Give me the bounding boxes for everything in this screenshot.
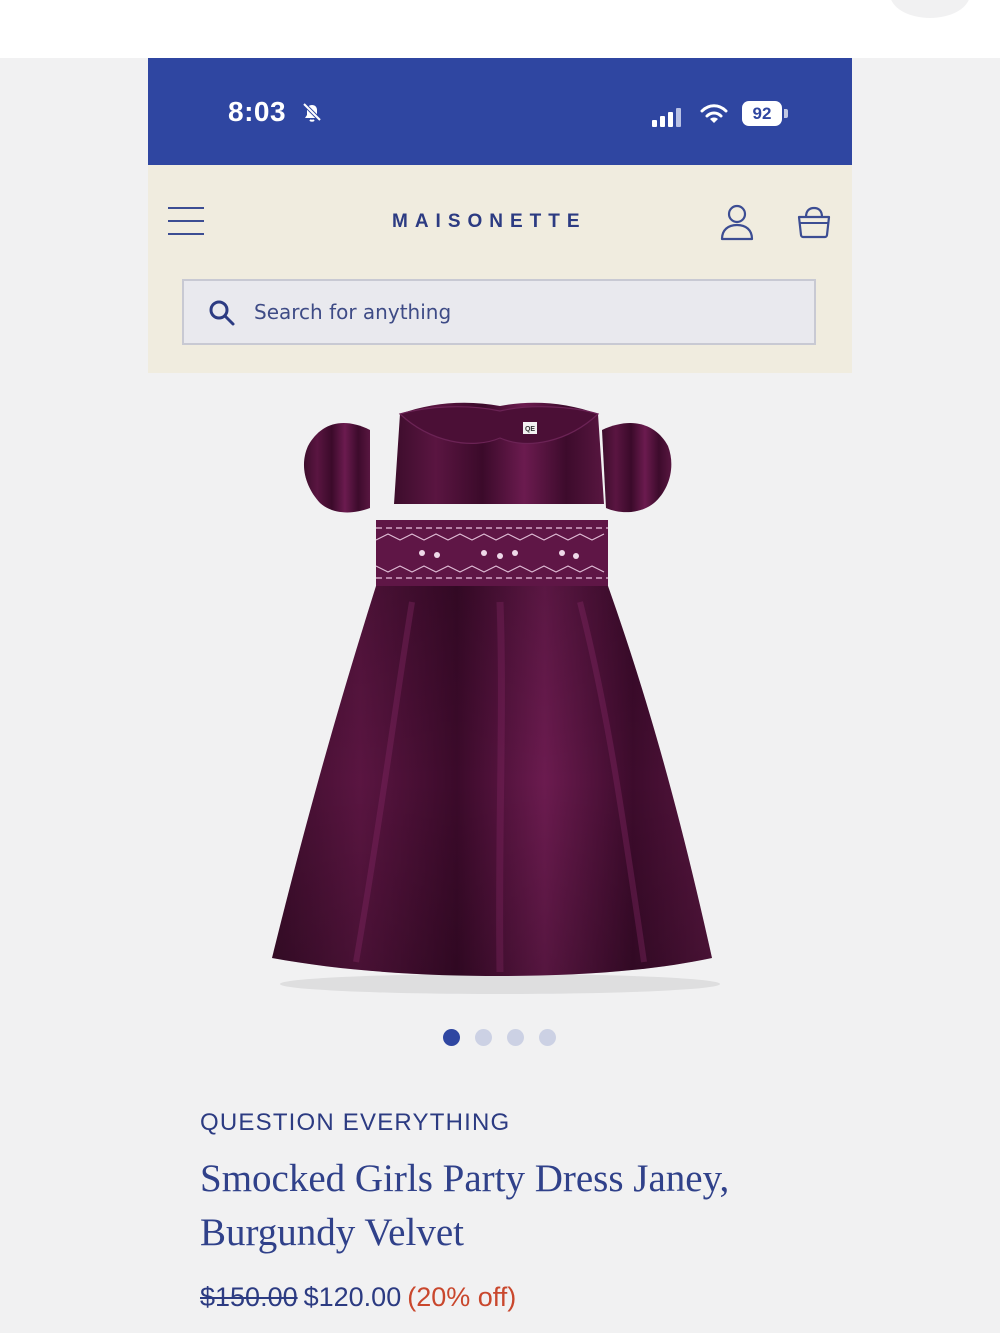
site-header: MAISONETTE (148, 165, 852, 373)
brand-logo[interactable]: MAISONETTE (392, 211, 587, 233)
battery-icon: 92 (742, 101, 788, 126)
carousel-dot-3[interactable] (507, 1029, 524, 1046)
battery-level: 92 (742, 101, 782, 126)
image-carousel-dots (443, 1029, 563, 1047)
product-title: Smocked Girls Party Dress Janey, Burgund… (200, 1157, 730, 1254)
search-bar[interactable] (182, 279, 816, 345)
status-time: 8:03 (228, 96, 287, 127)
cropped-text-fragment (470, 0, 670, 6)
carousel-dot-2[interactable] (475, 1029, 492, 1046)
svg-text:QE: QE (525, 426, 535, 433)
account-icon[interactable] (718, 203, 756, 241)
bell-slash-icon (302, 102, 322, 122)
sale-price: $120.00 (303, 1282, 402, 1312)
product-brand[interactable]: QUESTION EVERYTHING (200, 1109, 510, 1137)
discount-label: (20% off) (407, 1282, 517, 1312)
menu-icon[interactable] (168, 207, 204, 237)
wifi-icon (700, 104, 728, 123)
product-price: $150.00 $120.00 (20% off) (200, 1282, 516, 1313)
bag-icon[interactable] (796, 205, 832, 239)
cropped-top-area (0, 0, 1000, 58)
original-price: $150.00 (200, 1282, 298, 1312)
phone-status-bar: 8:03 92 (148, 58, 852, 165)
signal-icon (652, 108, 681, 127)
search-icon (209, 300, 235, 326)
carousel-dot-4[interactable] (539, 1029, 556, 1046)
cropped-button-shape (890, 0, 970, 18)
search-input[interactable] (254, 281, 794, 343)
product-image[interactable]: QE (262, 392, 736, 1004)
carousel-dot-1[interactable] (443, 1029, 460, 1046)
battery-tip (784, 109, 788, 118)
